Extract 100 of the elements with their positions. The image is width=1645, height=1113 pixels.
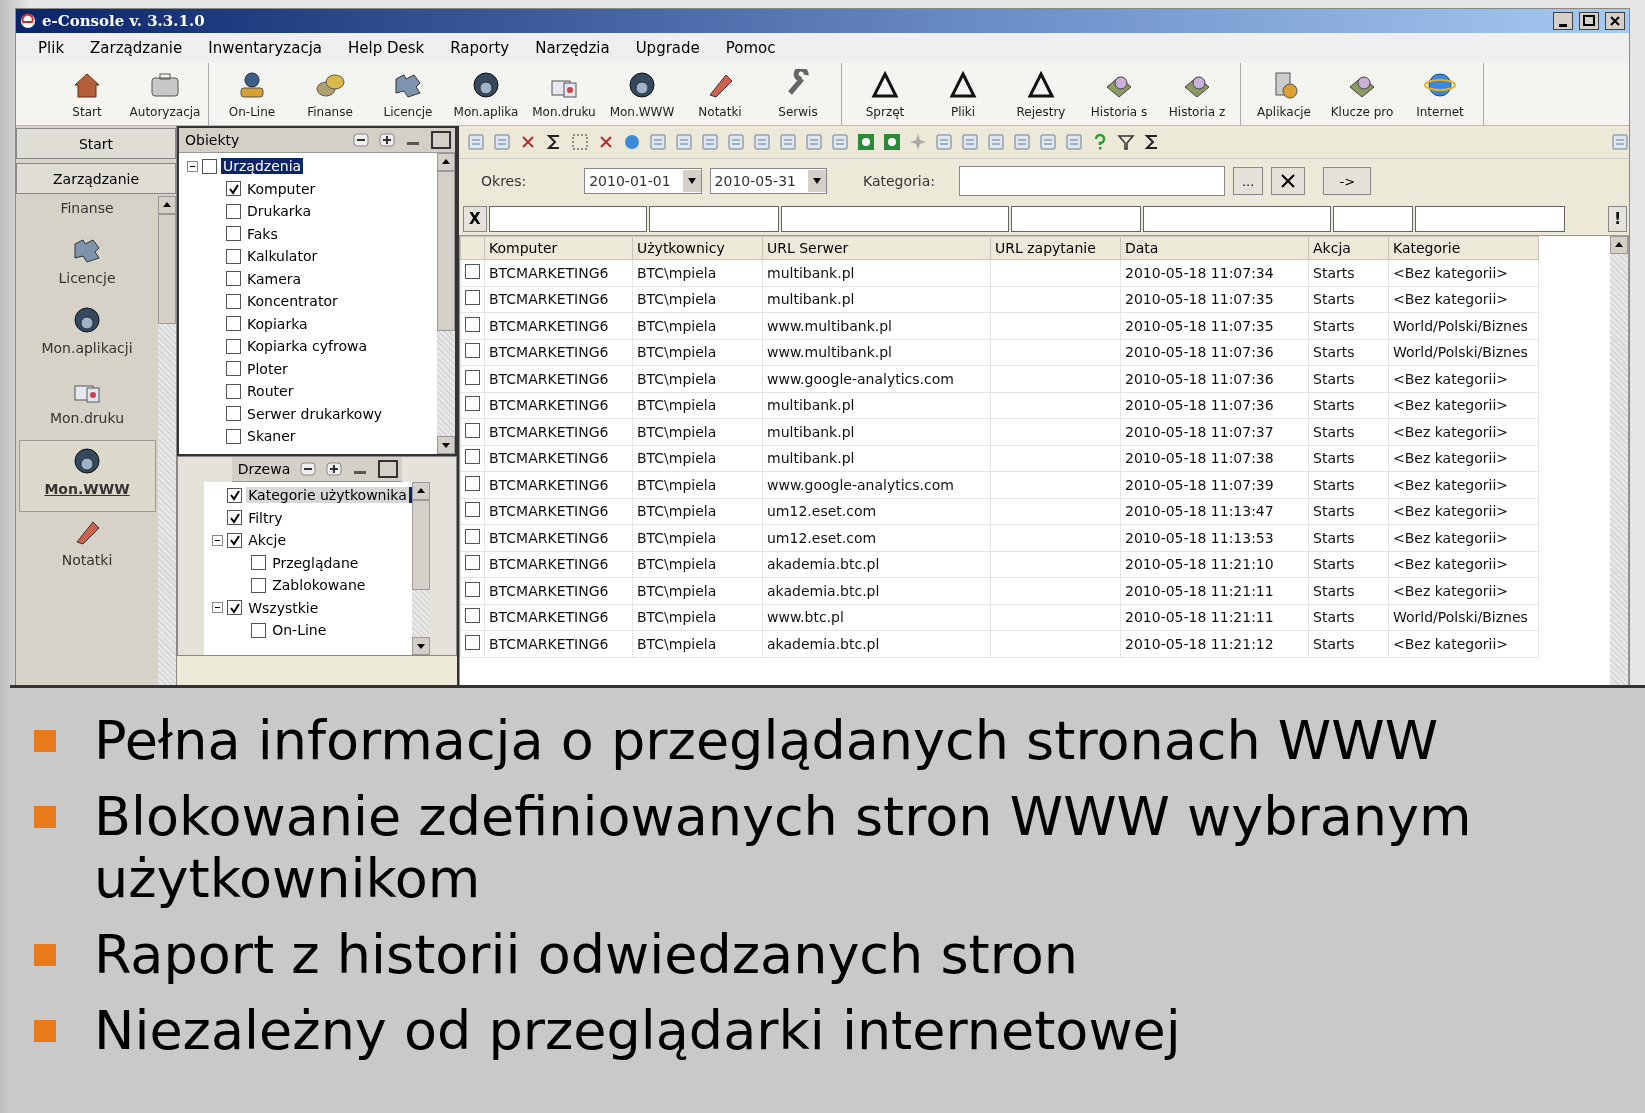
maximize-icon[interactable] <box>431 131 451 149</box>
menu-item[interactable]: Inwentaryzacja <box>208 37 322 59</box>
toolbar-button[interactable]: Start <box>48 63 126 125</box>
column-header[interactable]: Akcja <box>1308 236 1389 260</box>
maximize-icon[interactable] <box>378 460 399 478</box>
nav-item[interactable]: Licencje <box>19 230 155 300</box>
column-header[interactable]: URL zapytanie <box>990 236 1121 260</box>
category-field[interactable] <box>958 166 1225 196</box>
tree-item[interactable]: Drukarka <box>245 203 314 220</box>
checkbox[interactable] <box>226 428 241 444</box>
row-checkbox[interactable] <box>465 555 480 571</box>
nav-item[interactable]: Notatki <box>19 512 155 582</box>
tree-item[interactable]: On-Line <box>270 622 329 639</box>
checkbox[interactable] <box>227 532 243 548</box>
scroll-down-button[interactable] <box>437 436 455 454</box>
eye-icon[interactable] <box>883 133 901 151</box>
checkbox[interactable] <box>226 338 241 354</box>
checkbox[interactable] <box>227 487 243 503</box>
tree-item[interactable]: Urządzenia <box>221 158 304 175</box>
eye-icon[interactable] <box>857 133 875 151</box>
row-checkbox[interactable] <box>465 316 480 332</box>
tree-item[interactable]: Skaner <box>245 428 298 445</box>
checkbox[interactable] <box>251 555 267 571</box>
row-checkbox[interactable] <box>465 422 480 438</box>
column-header[interactable]: Kategorie <box>1388 236 1539 260</box>
checkbox[interactable] <box>227 510 243 526</box>
collapse-all-icon[interactable] <box>300 462 317 476</box>
checkbox[interactable] <box>202 158 217 174</box>
scroll-up-button[interactable] <box>158 196 176 214</box>
collapse-all-icon[interactable] <box>353 133 369 147</box>
nav-section-button[interactable]: Zarządzanie <box>16 163 176 194</box>
menu-item[interactable]: Upgrade <box>635 37 700 59</box>
column-filter-field[interactable] <box>648 206 779 232</box>
nav-item[interactable]: Mon.aplikacji <box>19 300 155 370</box>
column-filter-field[interactable] <box>1010 206 1141 232</box>
scroll-up-button[interactable] <box>411 482 430 500</box>
checkbox[interactable] <box>226 316 241 332</box>
column-header[interactable]: URL Serwer <box>762 236 991 260</box>
checkbox[interactable] <box>226 271 241 287</box>
nav-item[interactable]: Mon.druku <box>19 370 155 440</box>
column-filter-field[interactable] <box>1414 206 1565 232</box>
column-filter-field[interactable] <box>488 206 647 232</box>
maximize-button[interactable] <box>1579 12 1599 30</box>
scrollbar-thumb[interactable] <box>437 171 455 331</box>
date-from-dropdown[interactable]: 2010-01-01 <box>584 168 702 194</box>
tree-item[interactable]: Kategorie użytkownika <box>246 487 412 504</box>
row-checkbox[interactable] <box>465 263 480 279</box>
toolbar-button[interactable]: On-Line <box>213 63 291 125</box>
toolbar-button[interactable]: Aplikacje <box>1245 63 1323 125</box>
checkbox[interactable] <box>226 406 241 422</box>
menu-item[interactable]: Plik <box>38 37 65 59</box>
column-header[interactable]: Data <box>1120 236 1309 260</box>
row-checkbox[interactable] <box>465 396 480 412</box>
toolbar-button[interactable]: Autoryzacja <box>126 63 204 125</box>
checkbox[interactable] <box>251 622 267 638</box>
filter-icon[interactable] <box>1117 133 1135 151</box>
scrollbar-thumb[interactable] <box>411 500 430 590</box>
tree-item[interactable]: Faks <box>245 225 280 242</box>
row-checkbox[interactable] <box>465 608 480 624</box>
tree-item[interactable]: Serwer drukarkowy <box>245 405 385 422</box>
clear-filter-button[interactable]: X <box>463 206 487 232</box>
row-checkbox[interactable] <box>465 369 480 385</box>
toolbar-button[interactable]: Mon.WWW <box>603 63 681 125</box>
scroll-up-button[interactable] <box>1610 236 1628 254</box>
toolbar-button[interactable]: Licencje <box>369 63 447 125</box>
tree-item[interactable]: Koncentrator <box>245 293 340 310</box>
toolbar-button[interactable]: Klucze pro <box>1323 63 1401 125</box>
clear-button[interactable] <box>1271 167 1306 195</box>
tree-item[interactable]: Ploter <box>245 360 290 377</box>
toolbar-button[interactable]: Pliki <box>924 63 1002 125</box>
checkbox[interactable] <box>226 226 241 242</box>
toolbar-button[interactable]: Historia s <box>1080 63 1158 125</box>
row-checkbox[interactable] <box>465 502 480 518</box>
tree-item[interactable]: Akcje <box>246 532 289 549</box>
toolbar-button[interactable]: Mon.aplika <box>447 63 525 125</box>
column-filter-field[interactable] <box>1142 206 1331 232</box>
collapse-icon[interactable] <box>212 534 224 546</box>
column-filter-field[interactable] <box>1332 206 1413 232</box>
minimize-button[interactable] <box>1553 12 1573 30</box>
row-checkbox[interactable] <box>465 449 480 465</box>
collapse-icon[interactable] <box>187 160 198 172</box>
collapse-icon[interactable] <box>212 602 224 614</box>
go-button[interactable]: -> <box>1323 167 1372 195</box>
row-checkbox[interactable] <box>465 634 480 650</box>
scroll-down-button[interactable] <box>411 637 430 655</box>
nav-section-button[interactable]: Start <box>16 128 176 159</box>
column-header[interactable]: Komputer <box>484 236 633 260</box>
checkbox[interactable] <box>226 361 241 377</box>
selection-icon[interactable] <box>571 133 589 151</box>
menu-item[interactable]: Zarządzanie <box>90 37 183 59</box>
tree-item[interactable]: Kopiarka cyfrowa <box>245 338 369 355</box>
tree-item[interactable]: Filtry <box>246 509 285 526</box>
tree-item[interactable]: Kopiarka <box>245 315 310 332</box>
checkbox[interactable] <box>227 600 243 616</box>
star-icon[interactable] <box>909 133 927 151</box>
menu-item[interactable]: Help Desk <box>348 37 425 59</box>
column-header[interactable]: Użytkownicy <box>632 236 763 260</box>
toolbar-button[interactable]: Rejestry <box>1002 63 1080 125</box>
tree-item[interactable]: Wszystkie <box>246 599 321 616</box>
checkbox[interactable] <box>226 181 241 197</box>
